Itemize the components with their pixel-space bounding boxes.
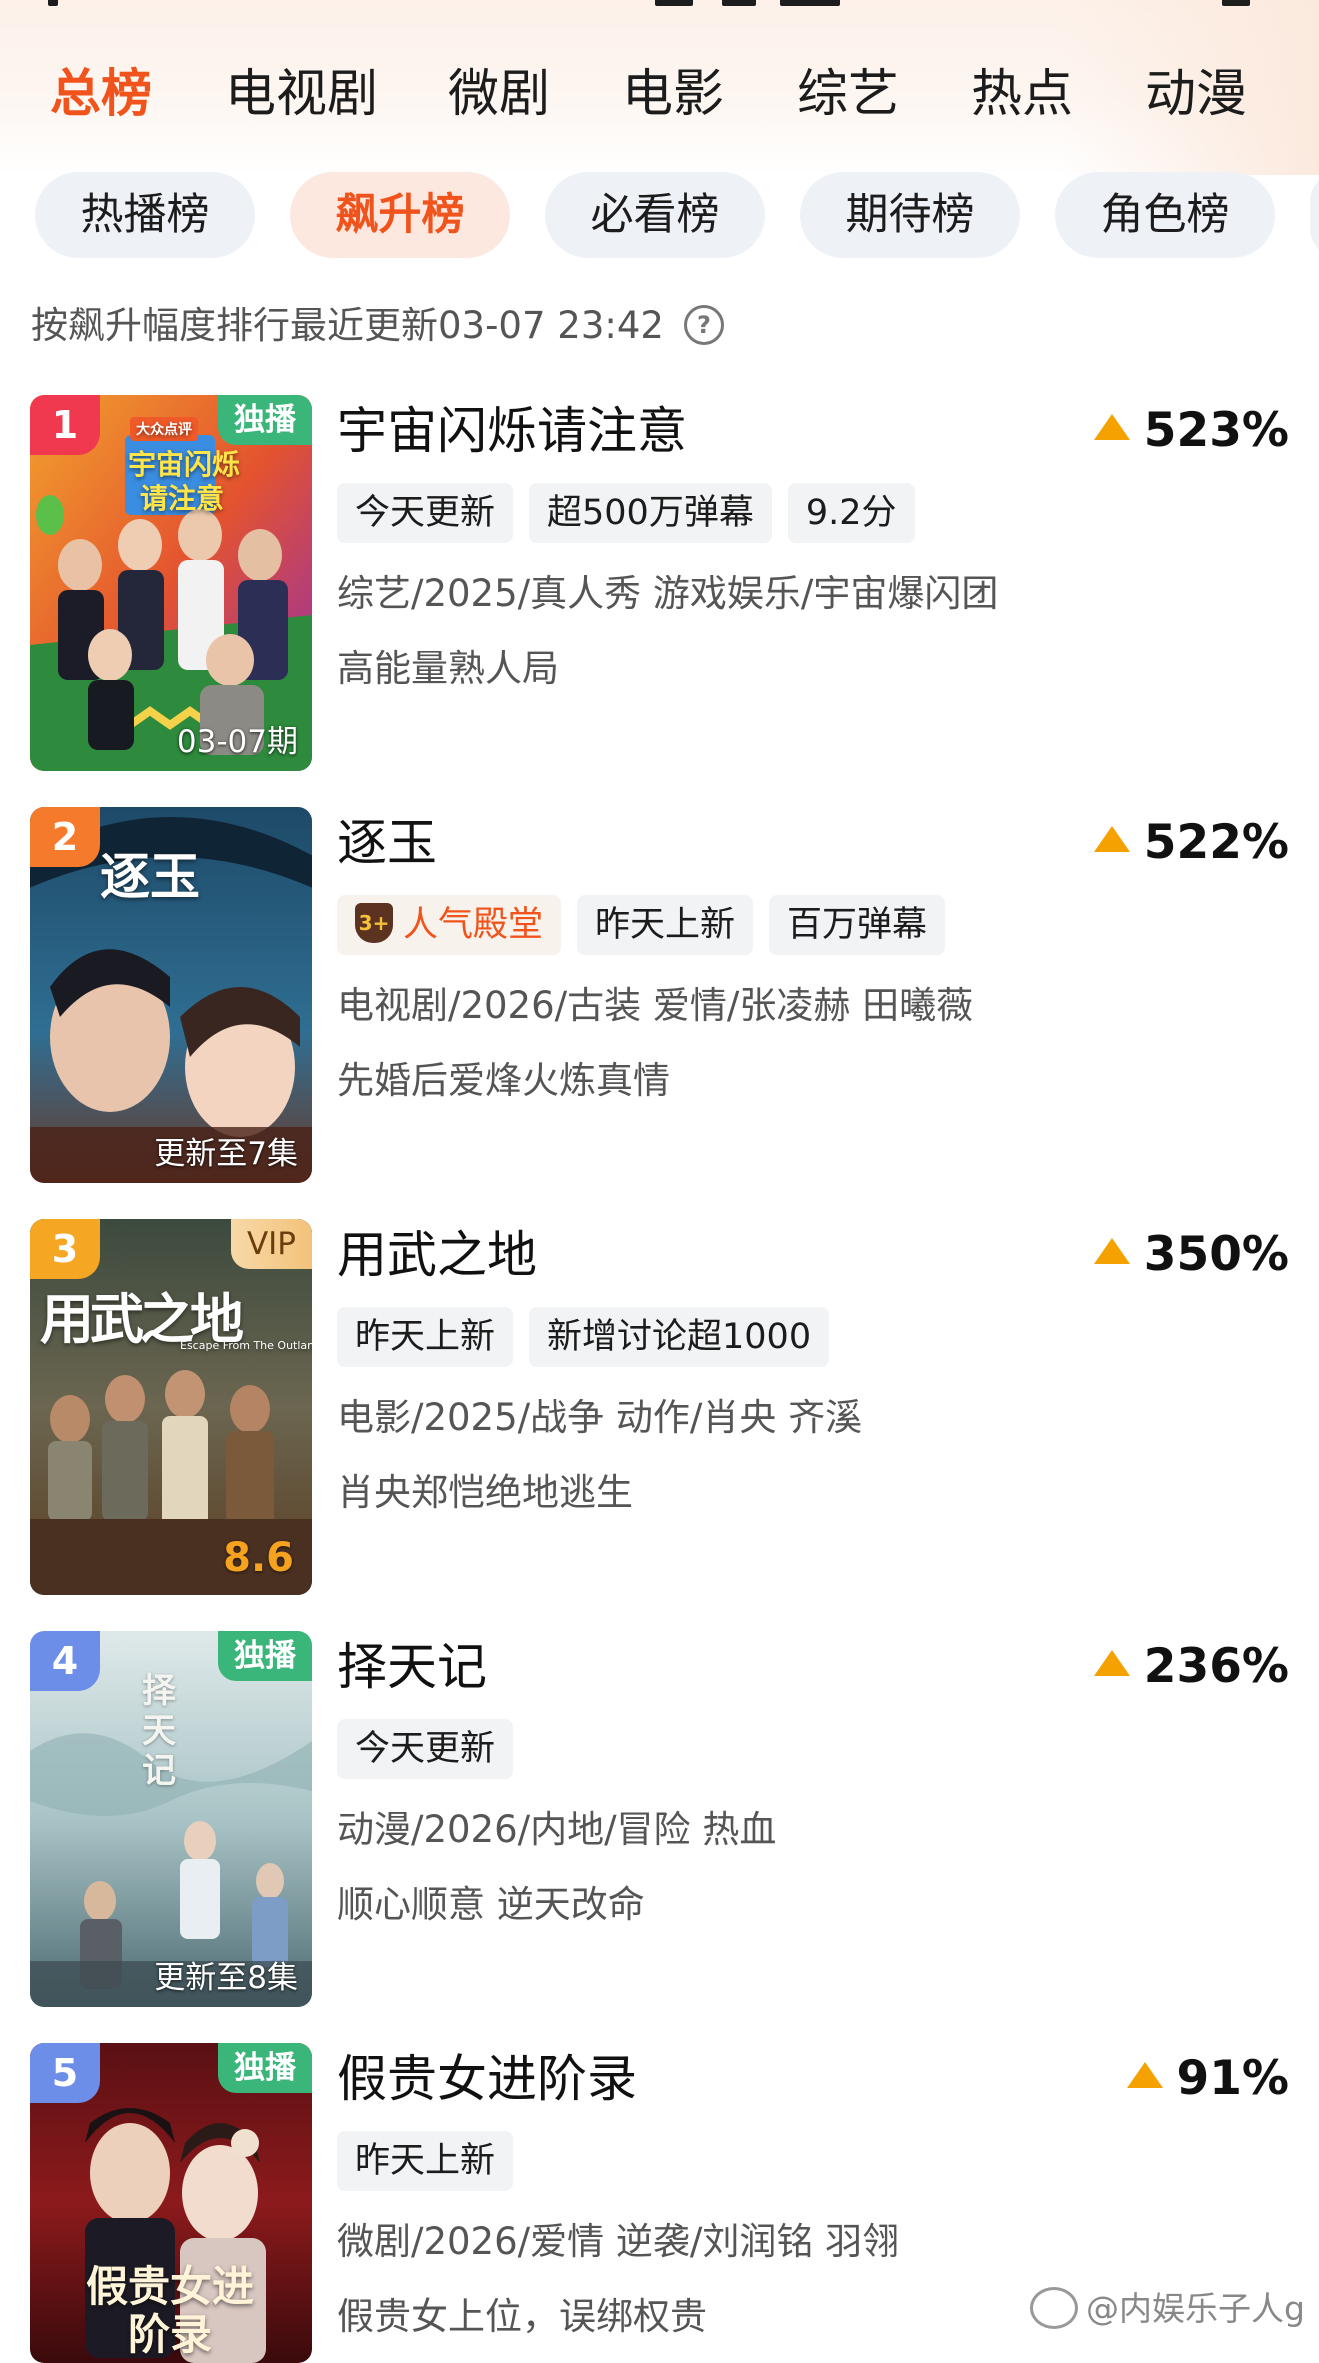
poster[interactable]: 2 逐玉 更新至7集 [30, 807, 312, 1183]
update-info-text: 按飙升幅度排行最近更新03-07 23:42 [31, 304, 664, 347]
watermark-text: @内娱乐子人g [1086, 2289, 1305, 2328]
growth-value: 523% [1143, 403, 1289, 458]
poster[interactable]: 5 独播 假贵女进阶录 [30, 2043, 312, 2363]
tag: 昨天上新 [337, 2131, 514, 2191]
tab-variety[interactable]: 综艺 [797, 55, 899, 135]
rank-badge: 2 [30, 807, 100, 867]
item-description: 假贵女上位，误绑权贵 [337, 2295, 707, 2338]
item-description: 顺心顺意 逆天改命 [337, 1883, 645, 1926]
item-meta: 电视剧/2026/古装 爱情/张凌赫 田曦薇 [337, 984, 974, 1027]
tag-list: 3+ 人气殿堂 昨天上新 百万弹幕 [337, 895, 961, 955]
growth-value: 91% [1176, 2051, 1290, 2106]
exclusive-tag: 独播 [218, 1631, 312, 1681]
tag: 超500万弹幕 [529, 483, 772, 543]
item-title[interactable]: 宇宙闪烁请注意 [337, 401, 687, 461]
poster[interactable]: 1 独播 大众点评 宇宙闪烁 请注意 03-07期 [30, 395, 312, 771]
poster-logo: 大众点评 [130, 417, 198, 441]
poster[interactable]: 3 VIP 用武之地 Escape From The Outland 8.6 [30, 1219, 312, 1595]
ranking-item[interactable]: 2 逐玉 更新至7集 逐玉 522% 3+ 人气殿堂 昨天上新 百万弹幕 电视剧/20… [0, 807, 1319, 1187]
growth-value: 522% [1143, 815, 1289, 870]
chip-must-watch[interactable]: 必看榜 [545, 172, 765, 258]
growth-rate: 522% [1093, 813, 1289, 873]
tab-micro-drama[interactable]: 微剧 [448, 55, 550, 135]
growth-value: 350% [1143, 1227, 1289, 1282]
item-title[interactable]: 逐玉 [337, 813, 437, 873]
rank-badge: 1 [30, 395, 100, 455]
tag: 百万弹幕 [769, 895, 946, 955]
growth-rate: 236% [1093, 1637, 1289, 1697]
item-description: 肖央郑恺绝地逃生 [337, 1471, 633, 1514]
chip-rising[interactable]: 飙升榜 [290, 172, 510, 258]
item-description: 先婚后爱烽火炼真情 [337, 1059, 670, 1102]
tag: 9.2分 [787, 483, 915, 543]
growth-rate: 523% [1093, 401, 1289, 461]
item-title[interactable]: 择天记 [337, 1637, 487, 1697]
tag: 昨天上新 [577, 895, 754, 955]
ranking-item[interactable]: 4 独播 择天记 更新至8集 择天记 236% 今天更新 动漫/2026/内地/… [0, 1631, 1319, 2011]
tag-list: 昨天上新 新增讨论超1000 [337, 1307, 845, 1367]
item-meta: 微剧/2026/爱情 逆袭/刘润铭 羽翎 [337, 2220, 900, 2263]
growth-rate: 91% [1126, 2049, 1290, 2109]
chip-characters[interactable]: 角色榜 [1055, 172, 1275, 258]
rank-badge: 5 [30, 2043, 100, 2103]
ranking-item[interactable]: 1 独播 大众点评 宇宙闪烁 请注意 03-07期 宇宙闪烁请注意 523% 今… [0, 395, 1319, 775]
exclusive-tag: 独播 [218, 395, 312, 445]
vip-tag: VIP [230, 1219, 312, 1269]
poster-title: 逐玉 [100, 848, 200, 906]
item-title[interactable]: 用武之地 [337, 1225, 537, 1285]
poster-episode-caption: 更新至8集 [154, 1960, 298, 1996]
tag: 今天更新 [337, 483, 514, 543]
ranking-item[interactable]: 3 VIP 用武之地 Escape From The Outland 8.6 用… [0, 1219, 1319, 1599]
poster-subtitle: Escape From The Outland [180, 1339, 312, 1352]
tab-trending[interactable]: 热点 [971, 55, 1073, 135]
tag-list: 今天更新 超500万弹幕 9.2分 [337, 483, 931, 543]
update-info: 按飙升幅度排行最近更新03-07 23:42? [31, 302, 724, 350]
poster-title: 假贵女进阶录 [85, 2262, 254, 2359]
poster-title: 择天记 [142, 1671, 176, 1791]
hall-badge-label: 人气殿堂 [403, 905, 544, 945]
rank-badge: 4 [30, 1631, 100, 1691]
trend-up-icon [1093, 826, 1130, 852]
tag-list: 昨天上新 [337, 2131, 529, 2191]
rank-badge: 3 [30, 1219, 100, 1279]
watermark: @内娱乐子人g [1030, 2284, 1305, 2334]
chip-anticipated[interactable]: 期待榜 [800, 172, 1020, 258]
weibo-icon [1030, 2286, 1078, 2329]
tag: 今天更新 [337, 1719, 514, 1779]
item-description: 高能量熟人局 [337, 647, 559, 690]
item-title[interactable]: 假贵女进阶录 [337, 2049, 637, 2109]
chip-more-partial[interactable] [1310, 172, 1319, 258]
item-meta: 电影/2025/战争 动作/肖央 齐溪 [337, 1396, 863, 1439]
trend-up-icon [1093, 414, 1130, 440]
item-meta: 动漫/2026/内地/冒险 热血 [337, 1808, 777, 1851]
poster[interactable]: 4 独播 择天记 更新至8集 [30, 1631, 312, 2007]
growth-rate: 350% [1093, 1225, 1289, 1285]
exclusive-tag: 独播 [218, 2043, 312, 2093]
help-icon[interactable]: ? [683, 304, 724, 345]
tab-movie[interactable]: 电影 [622, 55, 724, 135]
chip-hot-play[interactable]: 热播榜 [35, 172, 255, 258]
ranking-type-bar: 热播榜 飙升榜 必看榜 期待榜 角色榜 [0, 172, 1319, 258]
poster-score: 8.6 [223, 1535, 294, 1581]
tag: 昨天上新 [337, 1307, 514, 1367]
tag-list: 今天更新 [337, 1719, 529, 1779]
tab-anime[interactable]: 动漫 [1145, 55, 1247, 135]
trend-up-icon [1126, 2062, 1163, 2088]
tab-tv-series[interactable]: 电视剧 [225, 55, 378, 135]
growth-value: 236% [1143, 1639, 1289, 1694]
trend-up-icon [1093, 1238, 1130, 1264]
item-meta: 综艺/2025/真人秀 游戏娱乐/宇宙爆闪团 [337, 572, 999, 615]
tag: 新增讨论超1000 [529, 1307, 830, 1367]
poster-episode-caption: 03-07期 [176, 724, 298, 760]
popularity-hall-badge: 3+ 人气殿堂 [337, 895, 562, 955]
tab-overall[interactable]: 总榜 [50, 55, 152, 135]
page-title-cropped [0, 0, 1319, 10]
hall-shield-icon: 3+ [355, 903, 393, 943]
poster-title-line2: 请注意 [140, 482, 225, 515]
trend-up-icon [1093, 1650, 1130, 1676]
main-tab-bar: 总榜 电视剧 微剧 电影 综艺 热点 动漫 [0, 55, 1319, 135]
poster-episode-caption: 更新至7集 [154, 1136, 298, 1172]
